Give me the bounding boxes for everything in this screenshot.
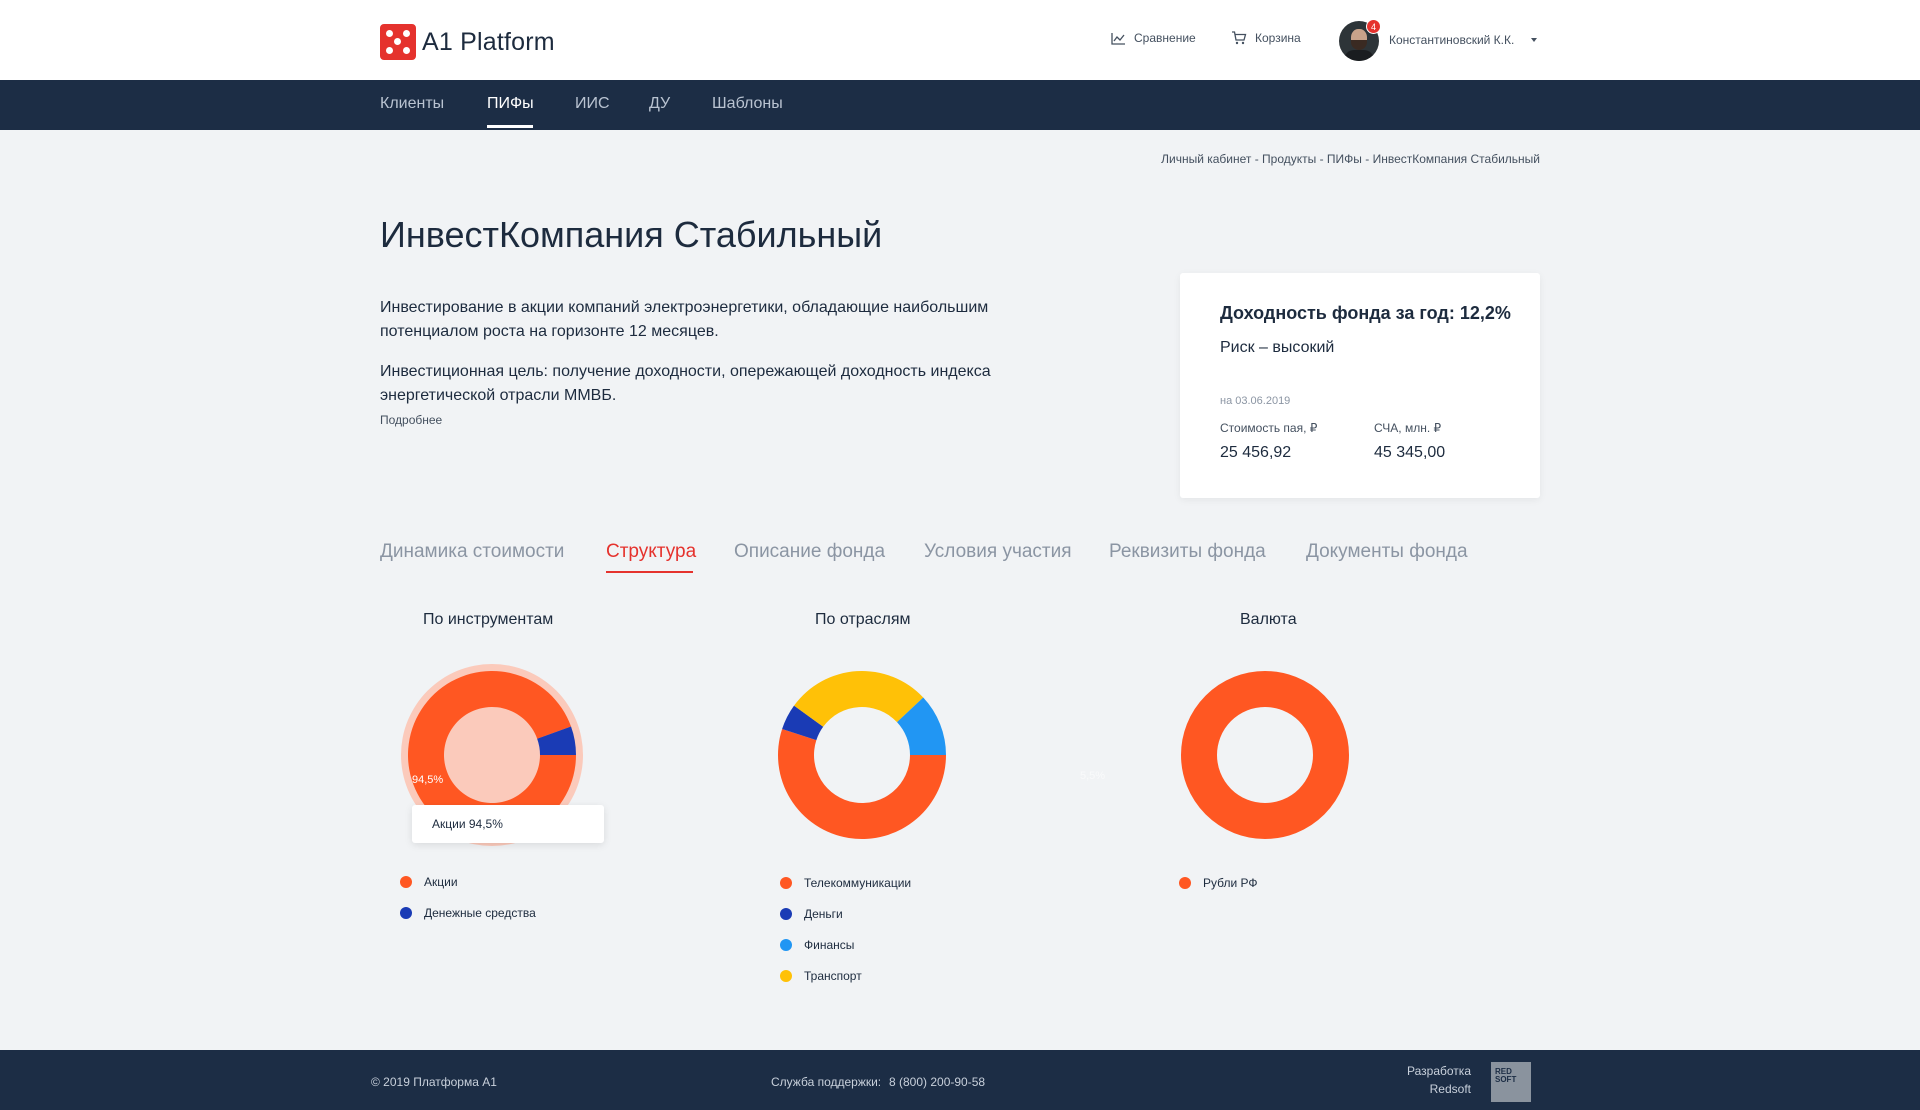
legend-label: Денежные средства (424, 906, 536, 920)
footer: © 2019 Платформа А1 Служба поддержки: 8 … (0, 1050, 1920, 1110)
legend-dot-icon (400, 876, 412, 888)
chart-title-currency: Валюта (1240, 611, 1297, 628)
donut-chart-currency[interactable] (1165, 655, 1365, 855)
legend-dot-icon (780, 970, 792, 982)
copyright: © 2019 Платформа А1 (371, 1075, 497, 1089)
data-date: на 03.06.2019 (1220, 395, 1291, 407)
nav-active-indicator (487, 125, 533, 128)
tab-active-indicator (606, 571, 693, 573)
notification-badge: 4 (1366, 19, 1381, 34)
main-nav: Клиенты ПИФы ИИС ДУ Шаблоны (0, 80, 1920, 130)
cart-button[interactable]: Корзина (1231, 31, 1301, 45)
breadcrumb[interactable]: Личный кабинет - Продукты - ПИФы - Инвес… (1161, 152, 1540, 166)
chart-title-instruments: По инструментам (423, 611, 554, 628)
logo-icon (380, 24, 416, 60)
tab-description[interactable]: Описание фонда (734, 541, 885, 563)
legend-item[interactable]: Рубли РФ (1179, 876, 1258, 890)
chart-title-sectors: По отраслям (815, 611, 911, 628)
ghost-slice-label: 5,5% (1080, 770, 1106, 782)
slice-label: 94,5% (412, 774, 444, 786)
chart-tooltip: Акции 94,5% (412, 805, 604, 843)
more-link[interactable]: Подробнее (380, 413, 442, 427)
chart-icon (1111, 32, 1125, 45)
nav-item-du[interactable]: ДУ (649, 95, 670, 113)
fund-summary-card: Доходность фонда за год: 12,2% Риск – вы… (1180, 273, 1540, 498)
legend-label: Транспорт (804, 969, 862, 983)
legend-item[interactable]: Телекоммуникации (780, 876, 911, 890)
legend-label: Деньги (804, 907, 843, 921)
page-title: ИнвестКомпания Стабильный (380, 214, 883, 255)
developer-name[interactable]: Redsoft (1430, 1082, 1471, 1096)
donut-slice-0 (1181, 671, 1349, 839)
app-name: A1 Platform (422, 27, 555, 56)
fund-description: Инвестирование в акции компаний электроэ… (380, 299, 989, 340)
tab-documents[interactable]: Документы фонда (1306, 541, 1468, 563)
cart-icon (1232, 31, 1247, 45)
donut-chart-sectors[interactable] (762, 655, 962, 855)
legend-item[interactable]: Финансы (780, 938, 854, 952)
legend-item[interactable]: Денежные средства (400, 906, 536, 920)
chevron-down-icon[interactable] (1531, 38, 1537, 42)
legend-item[interactable]: Транспорт (780, 969, 862, 983)
legend-dot-icon (1179, 877, 1191, 889)
legend-dot-icon (780, 908, 792, 920)
legend-label: Акции (424, 875, 458, 889)
nav-value: 45 345,00 (1374, 444, 1446, 461)
tab-requisites[interactable]: Реквизиты фонда (1109, 541, 1266, 563)
share-price-value: 25 456,92 (1220, 444, 1292, 461)
nav-label: СЧА, млн. ₽ (1374, 421, 1442, 435)
cart-label: Корзина (1255, 31, 1301, 45)
tab-dynamics[interactable]: Динамика стоимости (380, 541, 564, 563)
user-name[interactable]: Константиновский К.К. (1389, 33, 1514, 47)
nav-item-pif[interactable]: ПИФы (487, 95, 534, 113)
legend-item[interactable]: Деньги (780, 907, 843, 921)
legend-label: Телекоммуникации (804, 876, 912, 890)
tab-structure[interactable]: Структура (606, 541, 696, 563)
compare-label: Сравнение (1134, 31, 1196, 45)
nav-item-templates[interactable]: Шаблоны (712, 95, 783, 113)
share-price-label: Стоимость пая, ₽ (1220, 421, 1318, 435)
legend-dot-icon (780, 939, 792, 951)
redsoft-logo[interactable]: RED SOFT (1491, 1062, 1531, 1102)
fund-risk: Риск – высокий (1220, 339, 1335, 356)
legend-label: Рубли РФ (1203, 876, 1258, 890)
top-header: A1 Platform Сравнение Корзина 4 Констант… (0, 0, 1920, 80)
fund-goal: Инвестиционная цель: получение доходност… (380, 363, 991, 404)
developer-label: Разработка (1407, 1064, 1471, 1078)
fund-yield: Доходность фонда за год: 12,2% (1220, 303, 1511, 323)
app-logo[interactable]: A1 Platform (380, 24, 555, 60)
support-label: Служба поддержки: (771, 1075, 882, 1089)
support-phone[interactable]: 8 (800) 200-90-58 (889, 1075, 985, 1089)
tab-conditions[interactable]: Условия участия (924, 541, 1072, 563)
tooltip-text: Акции 94,5% (432, 817, 503, 831)
legend-dot-icon (400, 907, 412, 919)
legend-dot-icon (780, 877, 792, 889)
compare-button[interactable]: Сравнение (1111, 31, 1196, 45)
legend-item[interactable]: Акции (400, 875, 458, 889)
legend-label: Финансы (804, 938, 855, 952)
nav-item-iis[interactable]: ИИС (575, 95, 610, 113)
nav-item-clients[interactable]: Клиенты (380, 95, 444, 113)
